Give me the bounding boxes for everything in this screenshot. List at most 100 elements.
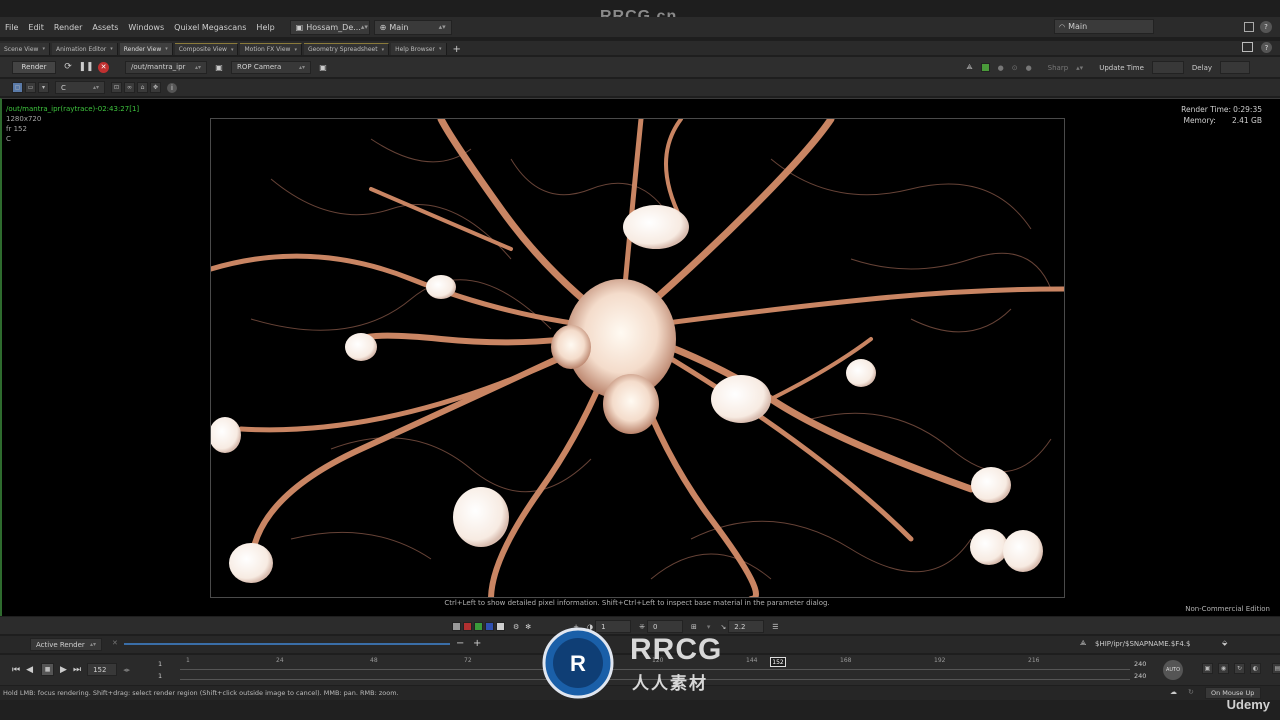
snapshot-slider[interactable] [124,643,450,645]
update-time-field[interactable] [1151,61,1184,74]
region-icon[interactable]: ⊡ [111,82,122,93]
render-viewport[interactable]: /out/mantra_ipr(raytrace)-02:43:27[1] 12… [0,98,1280,616]
pane-help-icon[interactable]: ? [1261,42,1272,53]
delay-field[interactable] [1220,61,1250,74]
start-frame-2[interactable]: 1 [158,672,162,680]
tick-label: 168 [840,657,852,664]
desktop-selector[interactable]: ▣ Hossam_De... ▴▾ [289,19,370,35]
frame-all-icon[interactable]: ✥ [150,82,161,93]
render-info: /out/mantra_ipr(raytrace)-02:43:27[1] 12… [6,104,139,144]
render-button[interactable]: Render [12,60,56,74]
rop-path-field[interactable]: /out/mantra_ipr ▴▾ [125,60,207,74]
loop-icon[interactable]: ↻ [1234,663,1245,674]
pane-layout-icon[interactable] [1242,42,1253,52]
record-icon[interactable]: ◉ [1218,663,1229,674]
settings-icon[interactable]: ⚙ [513,623,519,631]
camera-value: ROP Camera [237,63,282,71]
current-frame-field[interactable]: 152 [87,663,118,676]
channel-field[interactable]: C ▴▾ [55,81,105,94]
render-time-label: Render Time: [1181,105,1232,114]
render-channel: C [6,135,11,143]
light-icon[interactable]: ● [998,64,1004,72]
tab-animation-editor[interactable]: Animation Editor ▾ [51,43,118,55]
pick-rop-icon[interactable]: ▣ [213,61,225,73]
view-mode-icon[interactable]: ▢ [12,82,23,93]
wifi-icon: ◠ [1059,22,1066,31]
auto-key-icon[interactable]: AUTO [1163,660,1183,680]
playhead[interactable]: 152 [770,657,786,667]
menu-assets[interactable]: Assets [87,23,123,32]
chat-icon[interactable]: ☁ [1170,688,1177,696]
keys-icon[interactable]: ◐ [1250,663,1261,674]
red-channel-swatch[interactable] [463,622,472,631]
main-desktop-label: Main [1068,22,1088,31]
sphere-icon[interactable]: ● [1026,64,1032,72]
step-back-icon[interactable]: ◀ [26,665,33,675]
view-mode3-icon[interactable]: ▾ [38,82,49,93]
end-frame-2[interactable]: 240 [1134,672,1146,680]
desk-main-selector[interactable]: ⊕ Main ▴▾ [373,19,452,35]
rop-path-value: /out/mantra_ipr [131,63,186,71]
tab-composite-view[interactable]: Composite View ▾ [174,43,239,55]
snapshot-swatch[interactable] [452,622,461,631]
menu-icon[interactable]: ☰ [772,623,778,631]
active-render-select[interactable]: Active Render ▴▾ [30,638,102,651]
plus-icon[interactable]: + [473,638,481,649]
zoom-icon[interactable]: ⊙ [1012,64,1018,72]
menu-file[interactable]: File [0,23,23,32]
pick-camera-icon[interactable]: ▣ [317,61,329,73]
close-icon[interactable]: ✕ [112,639,118,647]
jump-start-icon[interactable]: ⏮ [12,665,20,675]
key-icon[interactable]: ▣ [1202,663,1213,674]
layout-icon[interactable] [1244,21,1254,32]
menu-render[interactable]: Render [49,23,87,32]
minus-icon[interactable]: − [456,638,464,649]
home-icon[interactable]: ⌂ [137,82,148,93]
pause-icon[interactable]: ❚❚ [78,61,93,73]
desk-main-label: Main [389,22,409,32]
tick-label: 216 [1028,657,1040,664]
tab-geometry-spreadsheet[interactable]: Geometry Spreadsheet ▾ [303,43,390,55]
tab-motion-fx-view[interactable]: Motion FX View ▾ [240,43,302,55]
gear-icon[interactable]: ✻ [525,623,531,631]
menu-windows[interactable]: Windows [123,23,169,32]
color-correct-icon[interactable] [980,63,990,72]
tab-scene-view[interactable]: Scene View ▾ [0,43,50,55]
play-icon[interactable]: ▶ [60,665,67,675]
help-icon[interactable]: ? [1260,20,1272,33]
snapshot-icon[interactable]: ⟁ [966,63,972,72]
neuron-render [211,119,1064,597]
menu-edit[interactable]: Edit [23,23,49,32]
menu-help[interactable]: Help [251,23,279,32]
main-desktop-selector[interactable]: ◠ Main [1054,19,1154,34]
render-stats: Render Time: 0:29:35 Memory: 2.41 GB [1181,104,1262,126]
channel-value: C [61,83,66,92]
tab-help-browser[interactable]: Help Browser ▾ [391,43,447,55]
rendered-image[interactable] [210,118,1065,598]
view-mode2-icon[interactable]: ▭ [25,82,36,93]
pane-tab-bar: Scene View ▾ Animation Editor ▾ Render Vie… [0,41,1280,55]
render-toolbar: Render ⟳ ❚❚ ✕ /out/mantra_ipr ▴▾ ▣ ROP C… [0,57,1280,77]
chevron-icon[interactable]: ▴▾ [1076,64,1083,72]
jump-end-icon[interactable]: ⏭ [73,665,81,675]
refresh-icon[interactable]: ⟳ [62,61,74,73]
end-frame-1[interactable]: 240 [1134,660,1146,668]
blue-channel-swatch[interactable] [485,622,494,631]
step-icon[interactable]: ◂▸ [123,666,130,674]
green-channel-swatch[interactable] [474,622,483,631]
stop-playback-icon[interactable]: ■ [41,663,55,676]
start-frame-1[interactable]: 1 [158,660,162,668]
memory-value: 2.41 GB [1231,116,1262,125]
tab-render-view[interactable]: Render View ▾ [119,43,173,55]
desktop-icon: ▣ [295,22,304,32]
link-icon[interactable]: ∞ [124,82,135,93]
stop-icon[interactable]: ✕ [98,61,109,73]
menu-quixel[interactable]: Quixel Megascans [169,23,251,32]
camera-field[interactable]: ROP Camera ▴▾ [231,60,311,74]
info-icon[interactable]: i [167,82,177,93]
options-icon[interactable]: ▤ [1272,663,1280,674]
save-icon[interactable]: ⬙ [1222,639,1227,647]
add-tab-icon[interactable]: + [449,44,465,55]
sync-icon[interactable]: ↻ [1188,688,1194,696]
alpha-channel-swatch[interactable] [496,622,505,631]
